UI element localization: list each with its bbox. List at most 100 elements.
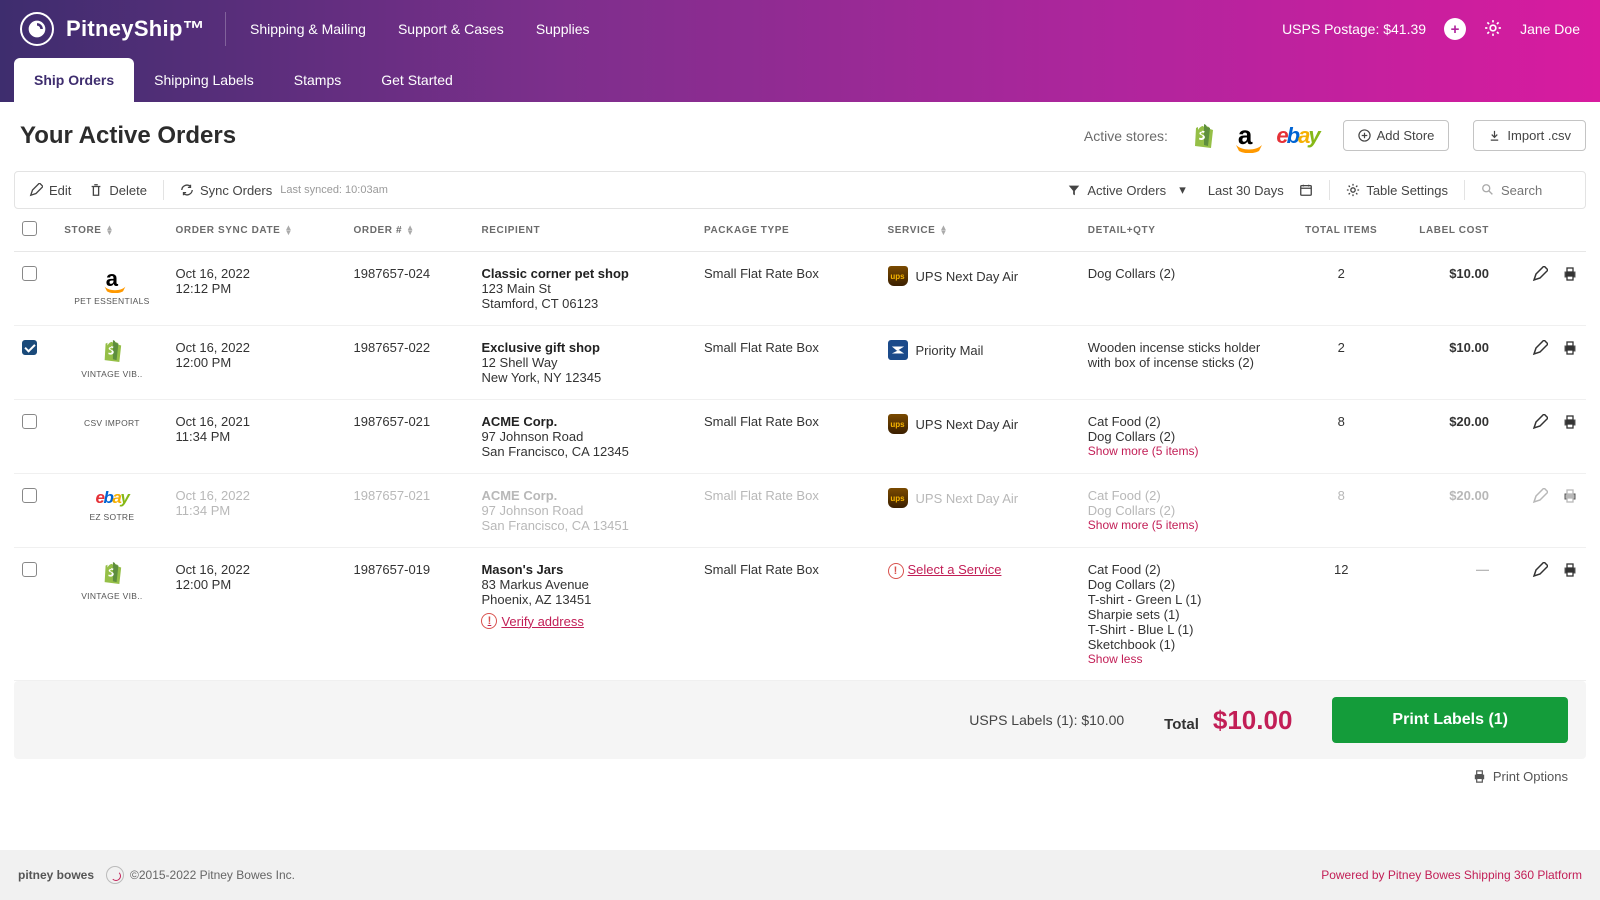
- verify-address-link[interactable]: !Verify address: [481, 613, 583, 629]
- order-number: 1987657-024: [346, 252, 474, 326]
- select-service-link[interactable]: Select a Service: [908, 562, 1002, 577]
- search-input[interactable]: [1501, 183, 1571, 198]
- service-name: UPS Next Day Air: [916, 417, 1019, 432]
- sync-time: 11:34 PM: [176, 503, 338, 518]
- sync-time: 12:00 PM: [176, 577, 338, 592]
- filter-dropdown[interactable]: Active Orders ▾: [1067, 182, 1186, 198]
- row-checkbox[interactable]: [22, 488, 37, 503]
- show-less-link[interactable]: Show less: [1088, 652, 1278, 666]
- store-name: VINTAGE VIB..: [64, 591, 159, 601]
- col-store[interactable]: STORE▲▼: [56, 209, 167, 252]
- daterange-picker[interactable]: Last 30 Days: [1208, 183, 1314, 198]
- col-order-num[interactable]: ORDER #▲▼: [346, 209, 474, 252]
- table-row[interactable]: aPET ESSENTIALSOct 16, 202212:12 PM19876…: [14, 252, 1586, 326]
- active-stores-label: Active stores:: [1084, 128, 1168, 144]
- tab-shipping-labels[interactable]: Shipping Labels: [134, 58, 274, 102]
- row-checkbox[interactable]: [22, 340, 37, 355]
- recipient-addr2: San Francisco, CA 13451: [481, 518, 688, 533]
- table-settings-button[interactable]: Table Settings: [1346, 183, 1448, 198]
- print-row-icon[interactable]: [1562, 488, 1578, 504]
- table-row[interactable]: VINTAGE VIB..Oct 16, 202212:00 PM1987657…: [14, 326, 1586, 400]
- tab-ship-orders[interactable]: Ship Orders: [14, 58, 134, 102]
- col-service[interactable]: SERVICE▲▼: [880, 209, 1080, 252]
- edit-row-icon[interactable]: [1532, 266, 1548, 282]
- nav-support[interactable]: Support & Cases: [398, 21, 504, 37]
- tab-stamps[interactable]: Stamps: [274, 58, 361, 102]
- sync-date: Oct 16, 2022: [176, 266, 338, 281]
- footer-copyright: ©2015-2022 Pitney Bowes Inc.: [130, 868, 295, 882]
- shopify-store-icon[interactable]: [1192, 124, 1214, 148]
- col-label-cost: LABEL COST: [1397, 209, 1497, 252]
- total-amount: $10.00: [1213, 705, 1293, 736]
- col-package: PACKAGE TYPE: [696, 209, 880, 252]
- import-csv-button[interactable]: Import .csv: [1473, 120, 1586, 151]
- table-row[interactable]: CSV IMPORTOct 16, 202111:34 PM1987657-02…: [14, 400, 1586, 474]
- show-more-link[interactable]: Show more (5 items): [1088, 518, 1278, 532]
- logo-icon: [20, 12, 54, 46]
- brand-logo[interactable]: PitneyShip™: [20, 12, 226, 46]
- store-name: PET ESSENTIALS: [64, 296, 159, 306]
- ebay-icon: ebay: [95, 488, 128, 507]
- select-all-checkbox[interactable]: [22, 221, 37, 236]
- search-input-wrap[interactable]: [1481, 183, 1571, 198]
- package-type: Small Flat Rate Box: [696, 474, 880, 548]
- footer-powered[interactable]: Powered by Pitney Bowes Shipping 360 Pla…: [1321, 868, 1582, 882]
- print-row-icon[interactable]: [1562, 414, 1578, 430]
- label-cost: $20.00: [1397, 474, 1497, 548]
- col-recipient: RECIPIENT: [473, 209, 696, 252]
- print-row-icon[interactable]: [1562, 562, 1578, 578]
- edit-row-icon[interactable]: [1532, 414, 1548, 430]
- row-checkbox[interactable]: [22, 562, 37, 577]
- add-store-button[interactable]: Add Store: [1343, 120, 1450, 151]
- sync-time: 11:34 PM: [176, 429, 338, 444]
- ebay-store-icon[interactable]: ebay: [1276, 123, 1318, 149]
- usps-labels-summary: USPS Labels (1): $10.00: [969, 712, 1124, 728]
- label-cost: $20.00: [1397, 400, 1497, 474]
- total-items: 8: [1286, 474, 1397, 548]
- print-row-icon[interactable]: [1562, 340, 1578, 356]
- detail-line: T-shirt - Green L (1): [1088, 592, 1278, 607]
- amazon-store-icon[interactable]: a: [1238, 120, 1252, 151]
- print-labels-button[interactable]: Print Labels (1): [1332, 697, 1568, 743]
- order-number: 1987657-021: [346, 474, 474, 548]
- print-row-icon[interactable]: [1562, 266, 1578, 282]
- table-row[interactable]: VINTAGE VIB..Oct 16, 202212:00 PM1987657…: [14, 548, 1586, 681]
- sync-date: Oct 16, 2022: [176, 340, 338, 355]
- edit-button[interactable]: Edit: [29, 183, 71, 198]
- table-row[interactable]: ebayEZ SOTREOct 16, 202211:34 PM1987657-…: [14, 474, 1586, 548]
- ups-icon: ups: [888, 488, 908, 508]
- recipient-addr1: 123 Main St: [481, 281, 688, 296]
- recipient-addr2: Stamford, CT 06123: [481, 296, 688, 311]
- total-items: 2: [1286, 252, 1397, 326]
- nav-supplies[interactable]: Supplies: [536, 21, 590, 37]
- alert-icon: !: [888, 563, 904, 579]
- user-name[interactable]: Jane Doe: [1520, 21, 1580, 37]
- recipient-addr1: 97 Johnson Road: [481, 503, 688, 518]
- detail-line: Wooden incense sticks holder with box of…: [1088, 340, 1278, 370]
- edit-row-icon[interactable]: [1532, 340, 1548, 356]
- add-postage-button[interactable]: +: [1444, 18, 1466, 40]
- service-name: Priority Mail: [916, 343, 984, 358]
- shopify-icon: [102, 562, 122, 584]
- total-label: Total: [1164, 716, 1199, 733]
- nav-shipping[interactable]: Shipping & Mailing: [250, 21, 366, 37]
- row-checkbox[interactable]: [22, 414, 37, 429]
- edit-row-icon[interactable]: [1532, 488, 1548, 504]
- last-synced-label: Last synced: 10:03am: [280, 184, 388, 196]
- usps-icon: [888, 340, 908, 360]
- sub-tabs: Ship Orders Shipping Labels Stamps Get S…: [0, 58, 1600, 102]
- edit-row-icon[interactable]: [1532, 562, 1548, 578]
- print-options-link[interactable]: Print Options: [14, 759, 1586, 794]
- sync-date: Oct 16, 2021: [176, 414, 338, 429]
- tab-get-started[interactable]: Get Started: [361, 58, 473, 102]
- show-more-link[interactable]: Show more (5 items): [1088, 444, 1278, 458]
- sync-orders-button[interactable]: Sync Orders: [180, 183, 272, 198]
- row-checkbox[interactable]: [22, 266, 37, 281]
- recipient-addr2: San Francisco, CA 12345: [481, 444, 688, 459]
- delete-button[interactable]: Delete: [89, 183, 147, 198]
- col-total-items: TOTAL ITEMS: [1286, 209, 1397, 252]
- col-sync-date[interactable]: ORDER SYNC DATE▲▼: [168, 209, 346, 252]
- recipient-name: ACME Corp.: [481, 488, 688, 503]
- settings-icon[interactable]: [1484, 19, 1502, 40]
- detail-line: Cat Food (2): [1088, 488, 1278, 503]
